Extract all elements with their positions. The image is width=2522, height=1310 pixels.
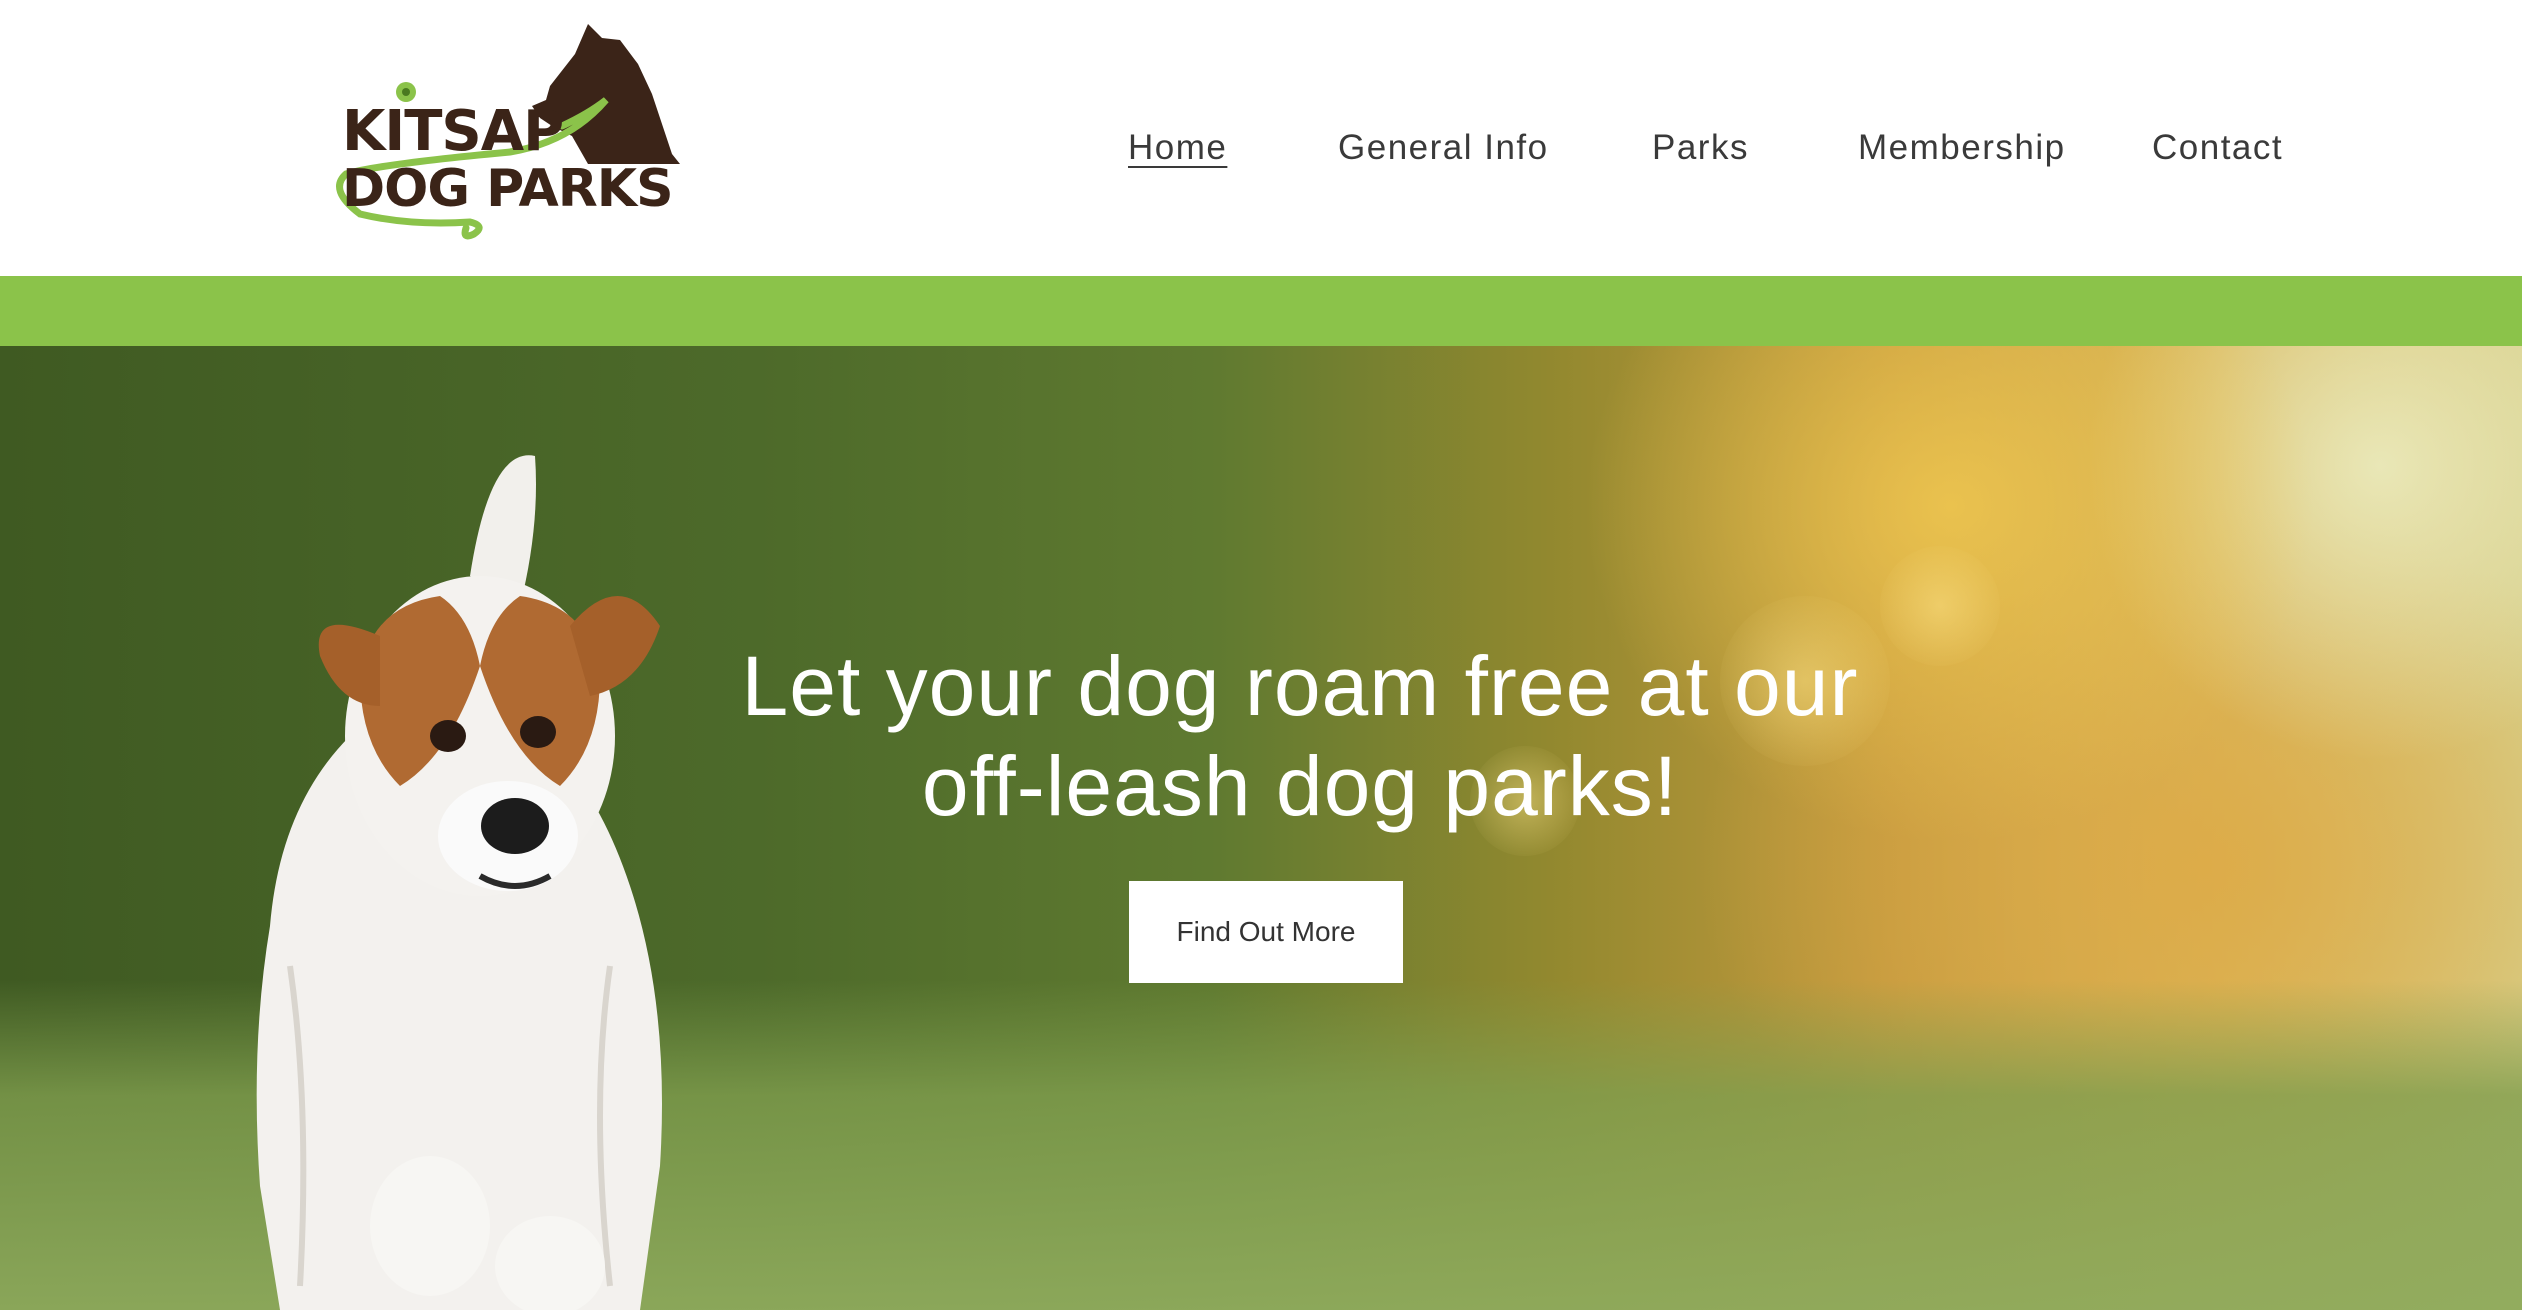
hero-title-line1: Let your dog roam free at our [741,639,1859,733]
main-nav: Home General Info Parks Membership Conta… [0,128,2522,178]
hero-title-line2: off-leash dog parks! [921,739,1679,833]
green-accent-band [0,276,2522,346]
nav-item-membership[interactable]: Membership [1858,128,2066,168]
nav-item-home[interactable]: Home [1128,128,1227,168]
nav-item-parks[interactable]: Parks [1652,128,1749,168]
dog-photo [256,455,662,1310]
hero-title: Let your dog roam free at our off-leash … [650,636,1950,836]
nav-item-general-info[interactable]: General Info [1338,128,1549,168]
hero-banner: Let your dog roam free at our off-leash … [0,346,2522,1310]
find-out-more-button[interactable]: Find Out More [1129,881,1403,983]
site-header: KITSAP DOG PARKS Home General Info Parks… [0,0,2522,276]
nav-item-contact[interactable]: Contact [2152,128,2283,168]
